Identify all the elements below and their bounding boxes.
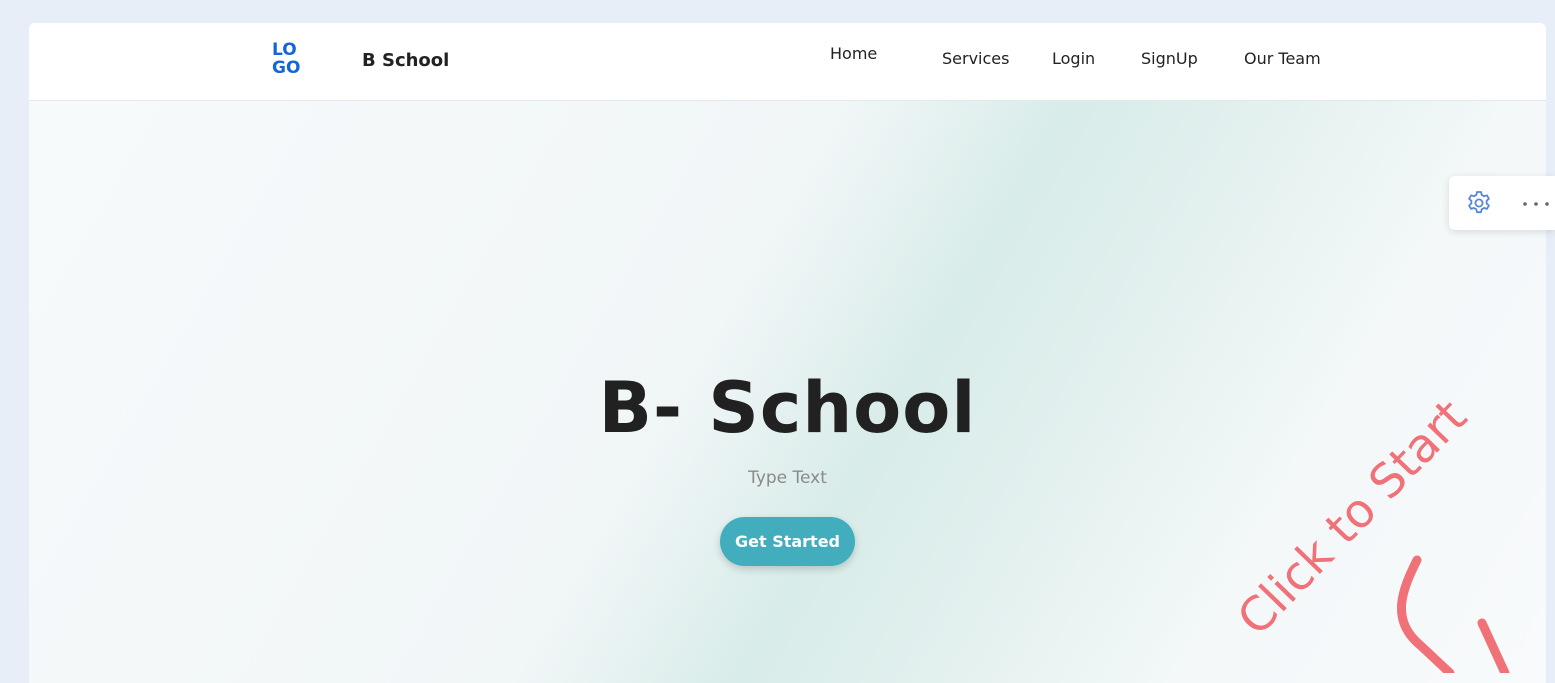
nav-signup[interactable]: SignUp (1141, 49, 1198, 68)
nav-home[interactable]: Home (830, 44, 877, 63)
nav-services[interactable]: Services (942, 49, 1009, 68)
floating-toolbar (1449, 176, 1555, 230)
click-to-start-text: Click to Start (1227, 400, 1478, 646)
top-navbar: LO GO B School Home Services Login SignU… (29, 23, 1546, 101)
logo[interactable]: LO GO (272, 42, 312, 82)
logo-text-bottom: GO (272, 58, 301, 78)
gear-icon[interactable] (1465, 189, 1493, 217)
nav-login[interactable]: Login (1052, 49, 1095, 68)
brand-name[interactable]: B School (362, 50, 449, 71)
more-horizontal-icon[interactable] (1521, 200, 1551, 208)
click-to-start-overlay[interactable]: Click to Start (1220, 400, 1555, 673)
arrow-head-icon (1477, 618, 1510, 673)
arrow-icon (1396, 555, 1455, 673)
nav-our-team[interactable]: Our Team (1244, 49, 1321, 68)
get-started-button[interactable]: Get Started (720, 517, 855, 566)
